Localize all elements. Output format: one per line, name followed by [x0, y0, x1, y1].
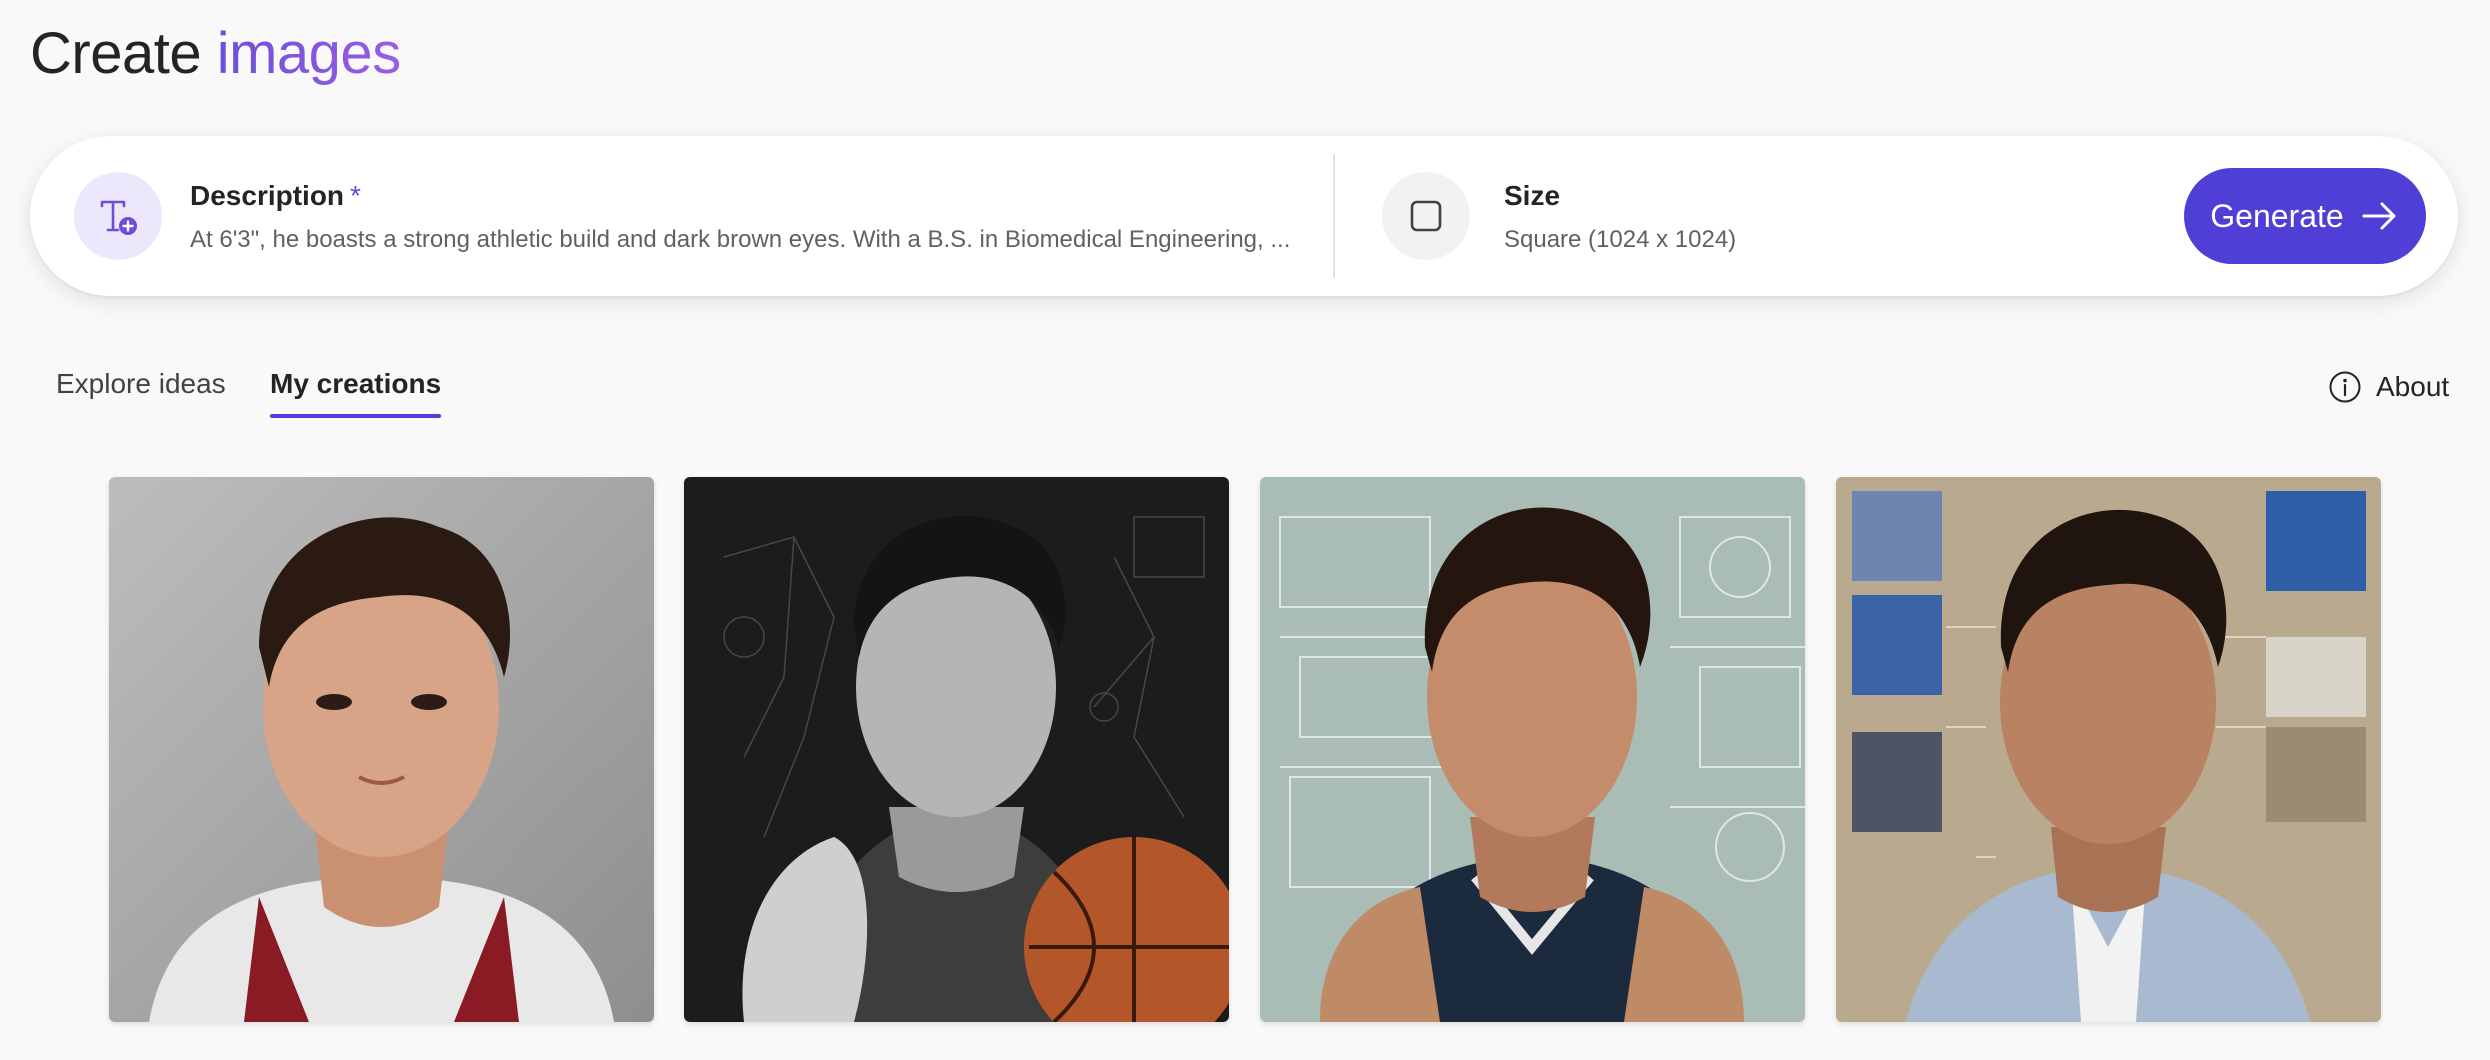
arrow-right-icon: [2362, 202, 2396, 230]
creation-image-1[interactable]: [109, 477, 654, 1022]
square-icon: [1410, 200, 1442, 232]
creation-image-4[interactable]: [1836, 477, 2381, 1022]
required-mark: *: [350, 180, 361, 211]
generate-button[interactable]: Generate: [2184, 168, 2426, 264]
generate-label: Generate: [2210, 197, 2344, 234]
tab-explore-ideas[interactable]: Explore ideas: [56, 368, 226, 418]
size-icon-circle[interactable]: [1382, 172, 1470, 260]
description-label-text: Description: [190, 180, 345, 211]
creation-image-3[interactable]: [1260, 477, 1805, 1022]
tab-my-creations[interactable]: My creations: [270, 368, 442, 418]
prompt-divider: [1333, 154, 1335, 278]
size-select[interactable]: Square (1024 x 1024): [1504, 226, 1736, 254]
page-title-plain: Create: [30, 21, 202, 86]
description-label: Description *: [190, 180, 361, 212]
size-label: Size: [1504, 180, 1561, 211]
about-link[interactable]: About: [2328, 370, 2449, 404]
page-title: Create images: [30, 18, 401, 90]
page-title-accent: images: [216, 21, 401, 86]
description-icon-circle[interactable]: [74, 172, 162, 260]
about-label: About: [2376, 371, 2450, 402]
prompt-bar: Description * At 6'3", he boasts a strong…: [30, 136, 2458, 296]
creation-image-2[interactable]: [684, 477, 1229, 1022]
description-input[interactable]: At 6'3", he boasts a strong athletic bui…: [190, 226, 1310, 254]
text-add-icon: [100, 200, 137, 235]
info-icon: [2329, 371, 2361, 403]
